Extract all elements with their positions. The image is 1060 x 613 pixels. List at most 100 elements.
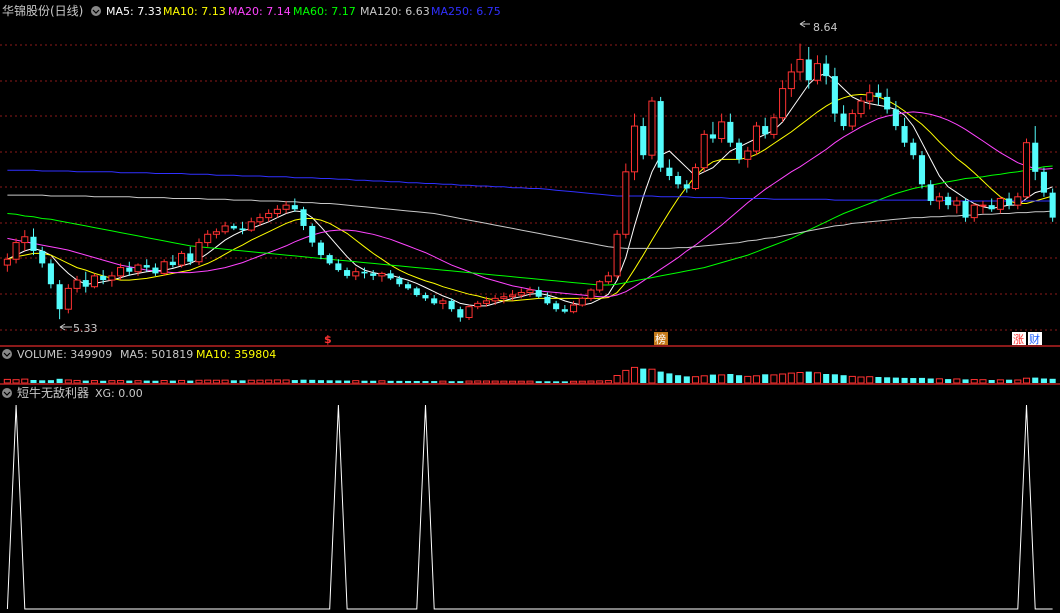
candle-body: [544, 296, 551, 304]
volume-bar: [561, 381, 568, 383]
volume-bar: [396, 380, 403, 383]
candle: [439, 298, 447, 310]
main-collapse-icon[interactable]: [91, 6, 101, 16]
volume-bar: [918, 377, 926, 383]
volume-bar: [100, 380, 107, 383]
volume-header: VOLUME: 349909 MA5: 501819 MA10: 359804: [2, 348, 276, 361]
candle: [56, 280, 63, 320]
marker-cai: 财: [1029, 332, 1040, 346]
candle-body: [396, 278, 403, 285]
volume-bar: [204, 379, 212, 384]
candle: [787, 63, 795, 97]
indicator-name: 短牛无敌利器: [17, 385, 89, 400]
candle: [1014, 192, 1022, 210]
candle-body: [675, 176, 682, 185]
candle-body: [831, 76, 838, 114]
volume-bar: [39, 380, 46, 383]
candle-body: [762, 126, 769, 135]
candle-body: [1022, 142, 1031, 198]
candle-body: [344, 270, 351, 276]
ma250-legend: MA250: 6.75: [431, 5, 501, 18]
low-label: 5.33: [73, 322, 98, 335]
ma5-legend: MA5: 7.33: [106, 5, 162, 18]
ma120-legend: MA120: 6.63: [360, 5, 430, 18]
candle: [1032, 126, 1039, 181]
candle-body: [143, 265, 150, 268]
volume-bar: [813, 372, 822, 384]
candle-body: [405, 284, 412, 289]
volume-bar: [857, 376, 865, 384]
candle-body: [300, 209, 307, 226]
volume-bar: [212, 379, 220, 384]
volume-ma5-legend: MA5: 501819: [120, 348, 193, 361]
candle: [770, 113, 778, 139]
candle-body: [431, 298, 438, 304]
candle-body: [90, 275, 99, 288]
candle-body: [457, 309, 464, 318]
marker-zhang: 涨: [1013, 333, 1024, 346]
volume-bar: [134, 380, 142, 384]
candle: [648, 96, 656, 160]
volume-bar: [126, 380, 133, 383]
volume-bar: [474, 380, 482, 384]
volume-bar: [805, 371, 812, 383]
indicator-collapse-icon[interactable]: [2, 388, 12, 398]
candle-body: [570, 304, 578, 313]
volume-bar: [901, 377, 908, 383]
candle-body: [622, 171, 630, 235]
volume-bar: [265, 379, 273, 384]
candle: [474, 300, 482, 310]
candle-body: [195, 242, 203, 263]
volume-bar: [370, 380, 377, 383]
volume-collapse-icon[interactable]: [2, 349, 12, 359]
candle-body: [884, 96, 891, 110]
volume-bar: [892, 377, 899, 383]
candle-body: [309, 225, 316, 243]
volume-bar: [178, 379, 186, 384]
marker-dollar: $: [324, 333, 332, 346]
candle-body: [82, 280, 89, 287]
candle: [309, 223, 316, 247]
candle-body: [361, 271, 368, 274]
candle: [910, 138, 917, 160]
candle-body: [47, 263, 54, 285]
candle-body: [918, 155, 926, 185]
candle-body: [866, 92, 874, 102]
volume-bar: [195, 379, 203, 384]
volume-bar: [613, 375, 621, 384]
volume-bar: [935, 378, 943, 384]
candle: [30, 228, 37, 256]
volume-bar: [1014, 379, 1022, 384]
volume-bar: [187, 380, 194, 383]
candle: [195, 238, 203, 266]
candle-body: [212, 231, 220, 235]
candle-body: [517, 292, 525, 296]
volume-bar: [535, 381, 542, 383]
volume-bar: [700, 375, 708, 384]
high-label: 8.64: [813, 21, 838, 34]
stock-chart[interactable]: 8.64 5.33 $ 榜 涨 财 华锦股份(日线) MA5: 7.33 MA1…: [0, 0, 1060, 613]
volume-bar: [326, 380, 333, 383]
volume-bar: [988, 380, 995, 383]
volume-bar: [509, 380, 517, 384]
candle: [108, 271, 116, 287]
candle-body: [700, 133, 708, 169]
candle: [935, 192, 943, 210]
event-markers[interactable]: $ 榜 涨 财: [324, 332, 1042, 346]
candle-body: [1014, 196, 1022, 206]
candle-body: [935, 196, 943, 202]
volume-bar: [683, 376, 690, 383]
volume-bar: [675, 375, 682, 383]
candle: [431, 295, 438, 306]
candle-body: [683, 184, 690, 189]
volume-bar: [996, 379, 1004, 384]
high-annotation: 8.64: [799, 20, 838, 34]
ma20-legend: MA20: 7.14: [228, 5, 291, 18]
candle-body: [805, 59, 812, 81]
candle-body: [352, 271, 360, 277]
candle-body: [30, 236, 37, 251]
candle-body: [640, 126, 647, 156]
candle-body: [979, 204, 987, 207]
candle-body: [73, 279, 81, 289]
candle-body: [892, 109, 899, 127]
